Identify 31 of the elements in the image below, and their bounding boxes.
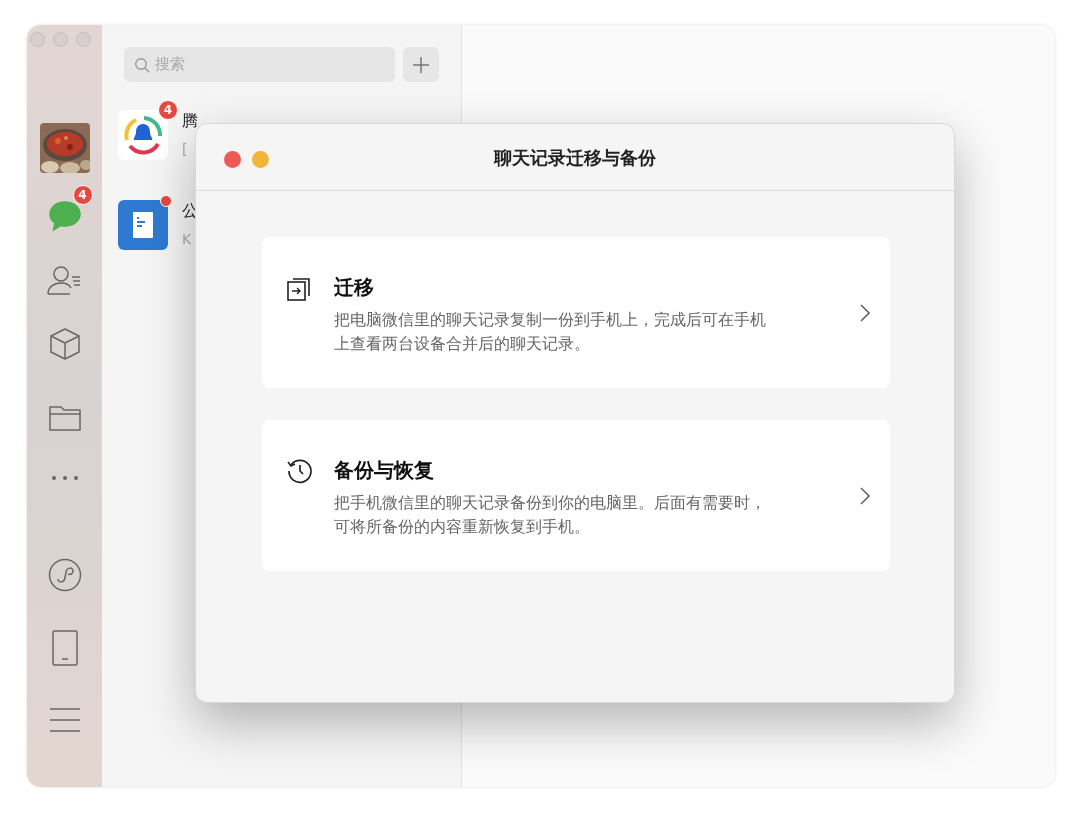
option-description: 把电脑微信里的聊天记录复制一份到手机上，完成后可在手机上查看两台设备合并后的聊天记录。 (334, 309, 766, 355)
dialog-title: 聊天记录迁移与备份 (494, 145, 656, 170)
option-card[interactable]: 备份与恢复 把手机微信里的聊天记录备份到你的电脑里。后面有需要时，可将所备份的内容重新恢复到手机。 (262, 420, 890, 571)
migrate-icon (286, 276, 312, 302)
more-icon[interactable] (50, 475, 79, 481)
cube-icon[interactable] (48, 327, 81, 361)
unread-badge: 4 (72, 185, 93, 205)
unread-badge: 4 (158, 100, 178, 120)
option-card[interactable]: 迁移 把电脑微信里的聊天记录复制一份到手机上，完成后可在手机上查看两台设备合并后的聊天记录。 (262, 237, 890, 388)
contact-name: 公 (182, 201, 198, 221)
message-preview: K (182, 230, 193, 250)
history-icon (286, 457, 314, 485)
folder-icon[interactable] (48, 405, 81, 431)
option-title: 备份与恢复 (334, 457, 435, 484)
plus-icon (412, 55, 430, 74)
phone-icon[interactable] (51, 630, 78, 666)
add-button[interactable] (403, 47, 439, 82)
chat-icon[interactable] (46, 199, 83, 233)
minimize-button[interactable] (252, 151, 269, 168)
document-icon (118, 200, 168, 250)
option-title: 迁移 (334, 274, 375, 301)
message-preview: [ (182, 140, 189, 160)
menu-icon[interactable] (48, 707, 81, 733)
contact-name: 腾 (182, 111, 198, 131)
mini-program-icon[interactable] (47, 558, 82, 592)
close-button[interactable] (224, 151, 241, 168)
chevron-right-icon (860, 304, 870, 322)
chevron-right-icon (860, 487, 870, 505)
search-icon (134, 56, 150, 73)
search-placeholder: 搜索 (155, 54, 185, 76)
option-description: 把手机微信里的聊天记录备份到你的电脑里。后面有需要时，可将所备份的内容重新恢复到手机。 (334, 492, 766, 538)
